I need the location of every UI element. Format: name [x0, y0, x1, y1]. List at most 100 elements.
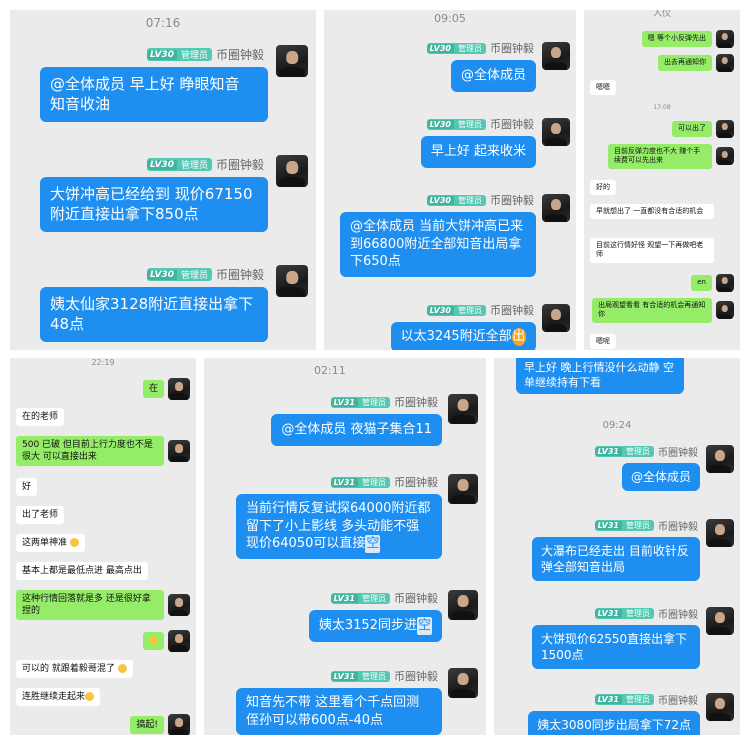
message-bubble[interactable]: 大瀑布已经走出 目前收针反弹全部知音出局 [532, 537, 700, 582]
message-bubble[interactable]: 目前反弹力度也不大 赚个手续费可以先出来 [608, 144, 712, 169]
message-bubble[interactable]: 出了老师 [16, 506, 65, 525]
chat-message: LV31 管理员 币圈钟毅 @全体成员 [594, 444, 734, 492]
avatar[interactable] [716, 30, 734, 48]
level-badge: LV30 管理员 [426, 118, 486, 130]
avatar[interactable] [716, 147, 734, 166]
chat-message: 早就想出了 一直都没有合适的机会 [590, 204, 714, 220]
sender-name: 币圈钟毅 [490, 304, 534, 317]
avatar[interactable] [276, 265, 308, 297]
avatar[interactable] [448, 474, 478, 504]
message-bubble[interactable]: 出去再通知你 [658, 55, 712, 71]
message-bubble[interactable]: 500 已破 但目前上行力度也不是很大 可以直接出来 [16, 436, 164, 467]
chat-message: LV30 管理员 币圈钟毅 姨太仙家3128附近直接出拿下48点 [40, 265, 308, 342]
avatar[interactable] [542, 194, 570, 222]
message-bubble[interactable]: 好 [16, 478, 38, 497]
chat-message: 在的老师 [16, 408, 65, 427]
chat-message: 连胜继续走起来 [16, 688, 101, 707]
message-bubble[interactable] [143, 631, 164, 651]
sender-name: 币圈钟毅 [490, 118, 534, 131]
message-bubble[interactable]: 知音先不带 这里看个千点回测侄孙可以带600点-40点 [236, 688, 442, 735]
message-bubble[interactable]: 这种行情回落就是多 还是很好拿捏的 [16, 590, 164, 621]
level-badge: LV30 管理员 [426, 42, 486, 54]
avatar[interactable] [276, 155, 308, 187]
avatar[interactable] [448, 668, 478, 698]
chat-message: 嗯呢 [590, 334, 616, 350]
message-bubble[interactable]: 基本上都是最低点进 最高点出 [16, 562, 148, 581]
chat-message: 500 已破 但目前上行力度也不是很大 可以直接出来 [16, 436, 190, 467]
sender-name: 币圈钟毅 [490, 194, 534, 207]
chat-message: 搞起! [130, 714, 190, 735]
message-bubble[interactable]: 姨太3080同步出局拿下72点 [528, 711, 700, 735]
chat-message: 目前这行情好怪 观望一下再做吧老师 [590, 238, 714, 263]
avatar[interactable] [276, 45, 308, 77]
message-bubble[interactable]: 这两单神准 [16, 534, 85, 553]
chat-message: 这种行情回落就是多 还是很好拿捏的 [16, 590, 190, 621]
message-bubble[interactable]: @全体成员 夜猫子集合11 [271, 414, 442, 446]
chat-message: 嗯嗯 [590, 80, 616, 96]
message-bubble[interactable]: 早上好 起来收米 [420, 136, 536, 168]
message-bubble[interactable]: @全体成员 早上好 睁眼知音 知音收油 [40, 67, 268, 122]
avatar[interactable] [542, 304, 570, 332]
message-bubble[interactable]: 以太3245附近全部出 [390, 322, 536, 350]
message-bubble[interactable]: 好的 [590, 180, 616, 196]
chat-message: LV31 管理员 币圈钟毅 @全体成员 夜猫子集合11 [271, 394, 478, 446]
avatar[interactable] [168, 594, 190, 617]
screenshot-panel-f: 早上好 晚上行情没什么动静 空单继续持有下看 09:24 LV31 管理员 币圈… [494, 358, 740, 735]
message-bubble[interactable]: 嗯 等个小反弹先出 [641, 31, 712, 47]
message-bubble[interactable]: @全体成员 当前大饼冲高已来到66800附近全部知音出局拿下650点 [340, 212, 536, 277]
avatar[interactable] [716, 274, 734, 292]
smile-emoji-icon [69, 538, 79, 547]
chat-message: 嗯 等个小反弹先出 [641, 30, 734, 48]
avatar[interactable] [706, 607, 734, 635]
level-badge: LV31 管理员 [330, 476, 390, 488]
avatar[interactable] [542, 118, 570, 146]
message-bubble[interactable]: 当前行情反复试探64000附近都留下了小上影线 多头动能不强现价64050可以直… [236, 494, 442, 559]
message-bubble[interactable]: 在 [142, 379, 164, 399]
chat-message: LV30 管理员 币圈钟毅 大饼冲高已经给到 现价67150附近直接出拿下850… [40, 155, 308, 232]
avatar[interactable] [706, 445, 734, 473]
message-bubble[interactable]: @全体成员 [621, 463, 700, 492]
avatar[interactable] [706, 519, 734, 547]
avatar[interactable] [716, 301, 734, 320]
chat-message: LV30 管理员 币圈钟毅 早上好 起来收米 [420, 116, 570, 168]
chat-message: LV31 管理员 币圈钟毅 姨太3152同步进空 [308, 590, 478, 642]
message-bubble[interactable]: 嗯嗯 [590, 80, 616, 96]
message-bubble[interactable]: @全体成员 [450, 60, 536, 92]
avatar[interactable] [448, 394, 478, 424]
message-bubble[interactable]: 早就想出了 一直都没有合适的机会 [590, 204, 714, 220]
avatar[interactable] [168, 440, 190, 463]
message-bubble[interactable]: 目前这行情好怪 观望一下再做吧老师 [590, 238, 714, 263]
emoji-icon [117, 664, 127, 673]
avatar[interactable] [168, 714, 190, 735]
timestamp: 09:24 [602, 420, 632, 431]
chat-message: LV30 管理员 币圈钟毅 以太3245附近全部出 [390, 302, 570, 350]
level-badge: LV30 管理员 [146, 48, 212, 61]
message-bubble[interactable]: 早上好 晚上行情没什么动静 空单继续持有下看 [516, 358, 684, 394]
chat-message: LV31 管理员 币圈钟毅 当前行情反复试探64000附近都留下了小上影线 多头… [236, 474, 478, 559]
message-bubble[interactable]: 可以的 就跟着毅哥混了 [16, 660, 133, 679]
level-badge: LV31 管理员 [330, 592, 390, 604]
timestamp: 22:19 [91, 358, 115, 367]
message-bubble[interactable]: 姨太3152同步进空 [308, 610, 442, 642]
message-bubble[interactable]: en [691, 275, 712, 291]
message-bubble[interactable]: 姨太仙家3128附近直接出拿下48点 [40, 287, 268, 342]
avatar[interactable] [706, 693, 734, 721]
message-bubble[interactable]: 嗯呢 [590, 334, 616, 350]
avatar[interactable] [716, 54, 734, 72]
avatar[interactable] [716, 120, 734, 138]
avatar[interactable] [168, 630, 190, 652]
message-bubble[interactable]: 大饼现价62550直接出拿下1500点 [532, 625, 700, 670]
message-bubble[interactable]: 大饼冲高已经给到 现价67150附近直接出拿下850点 [40, 177, 268, 232]
message-bubble[interactable]: 连胜继续走起来 [16, 688, 101, 707]
avatar[interactable] [542, 42, 570, 70]
timestamp: 17:08 [653, 104, 671, 111]
message-bubble[interactable]: 在的老师 [16, 408, 65, 427]
chat-message: LV31 管理员 币圈钟毅 大瀑布已经走出 目前收针反弹全部知音出局 [532, 518, 734, 582]
emoji-icon [85, 692, 95, 701]
avatar[interactable] [168, 378, 190, 400]
message-bubble[interactable]: 搞起! [130, 715, 164, 735]
message-bubble[interactable]: 可以出了 [672, 121, 712, 137]
message-bubble[interactable]: 出局观望看看 有合适的机会再通知你 [592, 298, 712, 323]
level-badge: LV31 管理员 [330, 396, 390, 408]
avatar[interactable] [448, 590, 478, 620]
